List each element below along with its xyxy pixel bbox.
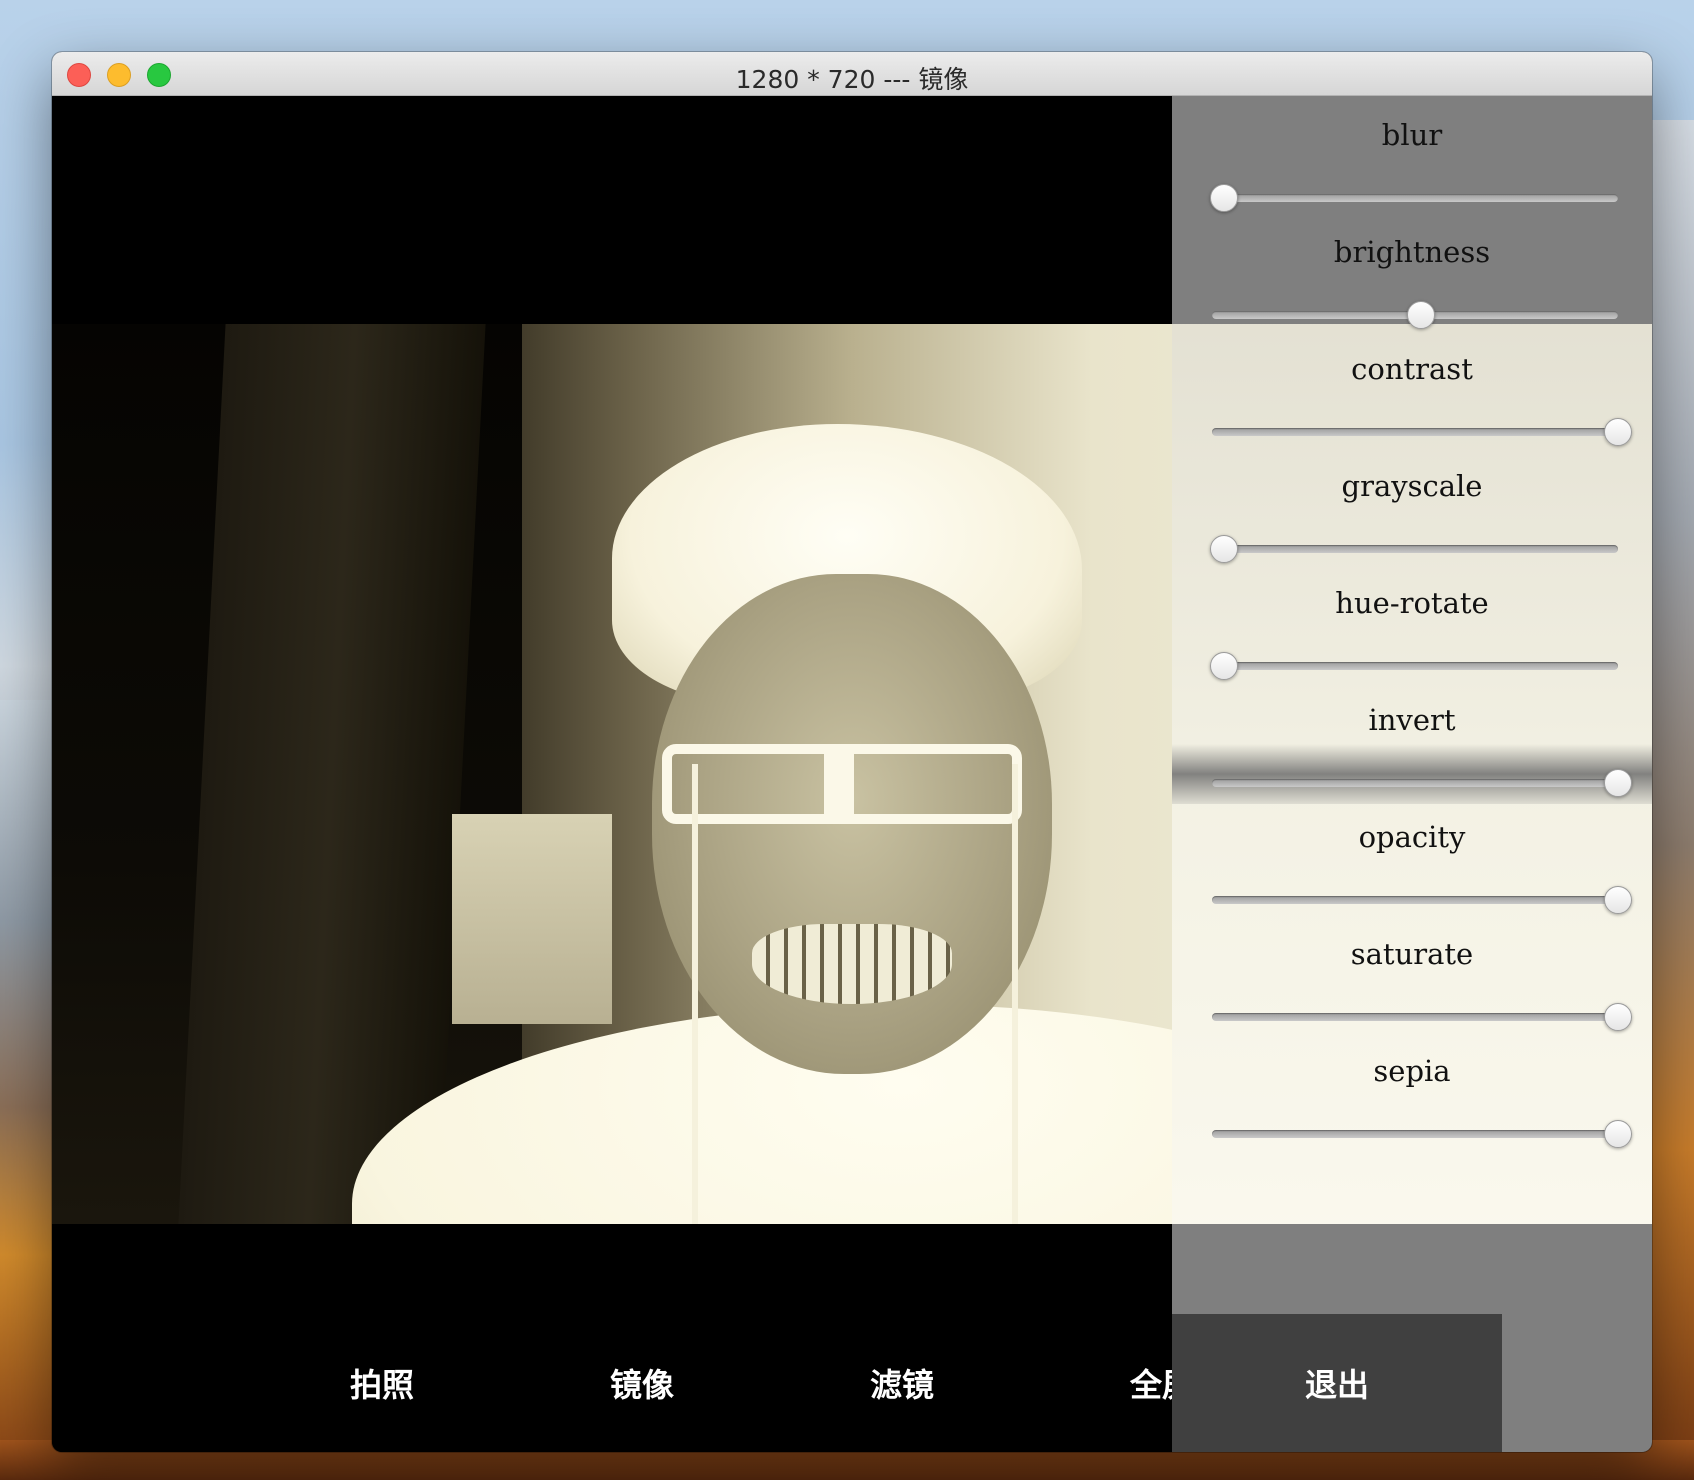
control-label: invert [1368,703,1456,737]
video-door [178,324,486,1224]
contrast-slider-thumb[interactable] [1604,418,1632,446]
video-bag [452,814,612,1024]
window-title: 1280 * 720 --- 镜像 [735,65,969,94]
control-sepia: sepia [1172,1032,1652,1158]
control-label: blur [1381,118,1443,152]
sepia-slider-thumb[interactable] [1604,1120,1632,1148]
bottom-button-bar: 拍照 镜像 滤镜 全屏 退出 [52,1314,1652,1452]
window-content: blur brightness contrast grayscale hue-r [52,96,1652,1452]
control-label: sepia [1373,1054,1451,1088]
filter-button[interactable]: 滤镜 [772,1314,1032,1452]
video-earphone-wire-right [1012,764,1018,1224]
control-label: grayscale [1341,469,1483,503]
filter-controls: blur brightness contrast grayscale hue-r [1172,96,1652,1452]
blur-slider-track[interactable] [1212,194,1618,202]
control-label: saturate [1350,937,1474,971]
control-hue-rotate: hue-rotate [1172,564,1652,690]
sepia-slider-track[interactable] [1212,1130,1618,1138]
saturate-slider-thumb[interactable] [1604,1003,1632,1031]
brightness-slider-thumb[interactable] [1407,301,1435,329]
control-label: opacity [1358,820,1466,854]
exit-button[interactable]: 退出 [1172,1314,1502,1452]
invert-slider-thumb[interactable] [1604,769,1632,797]
app-window: 1280 * 720 --- 镜像 blur brightness contra… [52,52,1652,1452]
hue-rotate-slider-thumb[interactable] [1210,652,1238,680]
opacity-slider-thumb[interactable] [1604,886,1632,914]
video-teeth [752,924,952,1004]
video-earphone-wire-left [692,764,698,1224]
control-opacity: opacity [1172,798,1652,924]
control-invert: invert [1172,681,1652,807]
control-blur: blur [1172,96,1652,222]
title-bar: 1280 * 720 --- 镜像 [52,52,1652,96]
video-glasses-bridge [824,744,854,824]
control-contrast: contrast [1172,330,1652,456]
control-label: brightness [1333,235,1491,269]
control-saturate: saturate [1172,915,1652,1041]
take-photo-button[interactable]: 拍照 [252,1314,512,1452]
invert-slider-track[interactable] [1212,779,1618,787]
opacity-slider-track[interactable] [1212,896,1618,904]
grayscale-slider-thumb[interactable] [1210,535,1238,563]
grayscale-slider-track[interactable] [1212,545,1618,553]
saturate-slider-track[interactable] [1212,1013,1618,1021]
blur-slider-thumb[interactable] [1210,184,1238,212]
mirror-button[interactable]: 镜像 [512,1314,772,1452]
control-label: hue-rotate [1335,586,1489,620]
hue-rotate-slider-track[interactable] [1212,662,1618,670]
control-label: contrast [1351,352,1473,386]
control-brightness: brightness [1172,213,1652,339]
contrast-slider-track[interactable] [1212,428,1618,436]
control-grayscale: grayscale [1172,447,1652,573]
